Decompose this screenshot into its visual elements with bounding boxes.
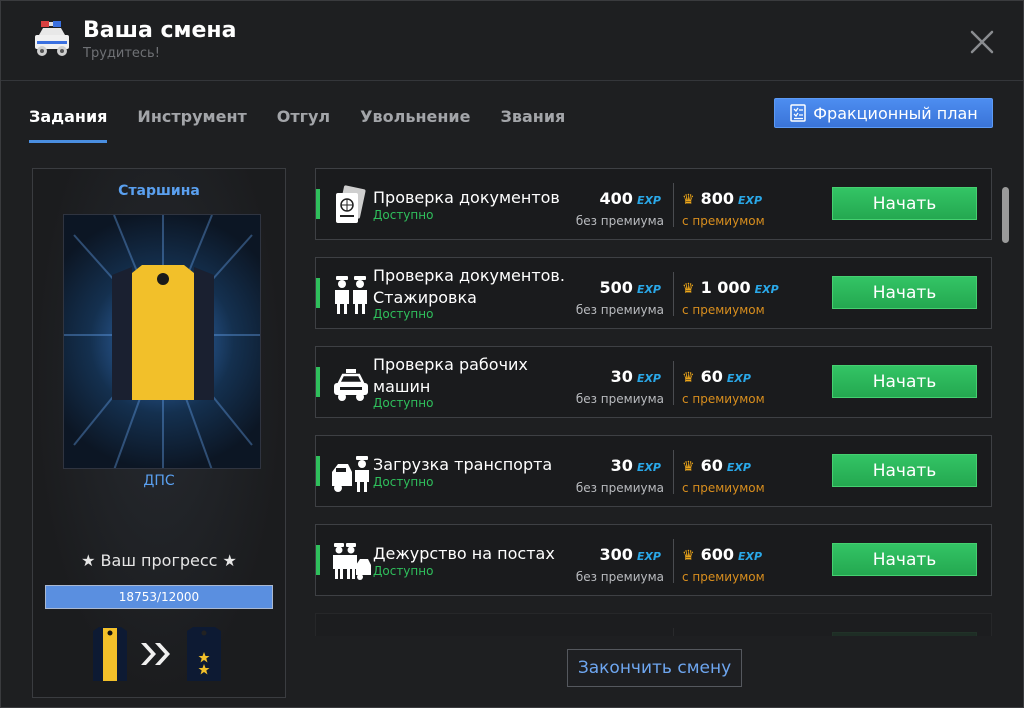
finish-shift-button[interactable]: Закончить смену [567, 649, 742, 687]
crown-icon: ♛ [682, 192, 695, 208]
police-car-icon [35, 21, 69, 56]
exp-value: 500 EXP [599, 278, 661, 297]
checklist-icon [790, 104, 807, 122]
tab-tools[interactable]: Инструмент [137, 105, 246, 143]
task-name: Проверка документов. Стажировка [373, 266, 565, 307]
task-list: Проверка документов Доступно 400 EXP без … [315, 168, 993, 636]
shift-window: Ваша смена Трудитесь! Задания Инструмент… [0, 0, 1024, 708]
progress-bar: 18753/12000 [45, 585, 273, 609]
divider [673, 450, 674, 494]
without-premium-label: без премиума [575, 570, 664, 584]
exp-premium-value: ♛ 1 000 EXP [682, 278, 779, 297]
progress-text: 18753/12000 [118, 590, 200, 604]
divider [673, 628, 674, 636]
next-rank-strap-icon [187, 627, 221, 681]
rank-panel: Старшина ДПС ★ Ваш прогресс ★ 18753/1200… [32, 168, 286, 698]
task-status: Доступно [373, 564, 434, 578]
task-name: Дежурство на постах [373, 544, 555, 563]
crown-icon: ♛ [682, 370, 695, 386]
without-premium-label: без премиума [575, 481, 664, 495]
without-premium-label: без премиума [575, 303, 664, 317]
exp-value: 300 EXP [599, 545, 661, 564]
divider [673, 272, 674, 316]
tab-ranks[interactable]: Звания [500, 105, 565, 143]
double-chevron-icon [141, 643, 170, 665]
with-premium-label: с премиумом [682, 570, 765, 584]
without-premium-label: без премиума [575, 214, 664, 228]
rank-name: Старшина [118, 183, 200, 199]
with-premium-label: с премиумом [682, 214, 765, 228]
exp-premium-value: ♛ 60 EXP [682, 456, 751, 475]
task-name: Проверка документов [373, 188, 560, 207]
exp-premium-value: ♛ 60 EXP [682, 367, 751, 386]
list-item: Проверка документов. Стажировка Доступно… [315, 257, 992, 329]
faction-plan-label: Фракционный план [813, 103, 978, 123]
list-item: Проверка рабочих машин Доступно 30 EXP бе… [315, 346, 992, 418]
exp-value: 30 EXP [610, 456, 661, 475]
exp-premium-value: ♛ 600 EXP [682, 545, 763, 564]
without-premium-label: без премиума [575, 392, 664, 406]
crown-icon: ♛ [682, 548, 695, 564]
task-status: Доступно [373, 475, 434, 489]
tab-tasks[interactable]: Задания [29, 105, 108, 143]
available-indicator [316, 189, 320, 219]
close-icon[interactable] [967, 27, 997, 57]
exp-premium-value: ♛ 800 EXP [682, 189, 763, 208]
divider [673, 183, 674, 227]
task-status: Доступно [373, 208, 434, 222]
list-item: Загрузка транспорта Доступно 30 EXP без п… [315, 435, 992, 507]
police-car-icon [334, 369, 368, 401]
next-rank-preview [93, 627, 221, 681]
faction-plan-button[interactable]: Фракционный план [774, 98, 993, 128]
tab-day-off[interactable]: Отгул [277, 105, 330, 143]
tab-bar: Задания Инструмент Отгул Увольнение Зван… [29, 105, 595, 145]
start-button[interactable]: Начать [832, 276, 977, 309]
officers-icon [335, 276, 367, 314]
window-subtitle: Трудитесь! [83, 46, 160, 61]
available-indicator [316, 367, 320, 397]
rank-insignia-image [63, 214, 261, 469]
exp-value: 400 EXP [599, 189, 661, 208]
with-premium-label: с премиумом [682, 392, 765, 406]
crown-icon: ♛ [682, 459, 695, 475]
task-status: Доступно [373, 307, 434, 321]
with-premium-label: с премиумом [682, 303, 765, 317]
window-title: Ваша смена [83, 18, 237, 43]
window-header: Ваша смена Трудитесь! [1, 1, 1023, 81]
current-rank-strap-icon [93, 627, 127, 681]
with-premium-label: с премиумом [682, 481, 765, 495]
start-button[interactable]: Начать [832, 187, 977, 220]
officers-car-icon [333, 543, 371, 580]
tab-resignation[interactable]: Увольнение [360, 105, 470, 143]
available-indicator [316, 278, 320, 308]
start-button-partial [832, 632, 977, 636]
list-item: Проверка документов Доступно 400 EXP без … [315, 168, 992, 240]
task-name: Загрузка транспорта [373, 455, 553, 474]
scrollbar-thumb[interactable] [1002, 187, 1009, 243]
shoulder-strap-icon [64, 215, 260, 468]
divider [673, 539, 674, 583]
available-indicator [316, 545, 320, 575]
task-status: Доступно [373, 396, 434, 410]
exp-value: 30 EXP [610, 367, 661, 386]
passport-icon [336, 185, 366, 223]
rank-department: ДПС [143, 473, 175, 489]
crown-icon: ♛ [682, 281, 695, 297]
available-indicator [316, 456, 320, 486]
start-button[interactable]: Начать [832, 365, 977, 398]
tow-truck-officer-icon [332, 456, 369, 492]
list-item-partial [315, 613, 992, 636]
progress-label: ★ Ваш прогресс ★ [81, 551, 237, 570]
start-button[interactable]: Начать [832, 543, 977, 576]
task-name: Проверка рабочих машин [373, 355, 528, 396]
list-item: Дежурство на постах Доступно 300 EXP без … [315, 524, 992, 596]
divider [673, 361, 674, 405]
start-button[interactable]: Начать [832, 454, 977, 487]
